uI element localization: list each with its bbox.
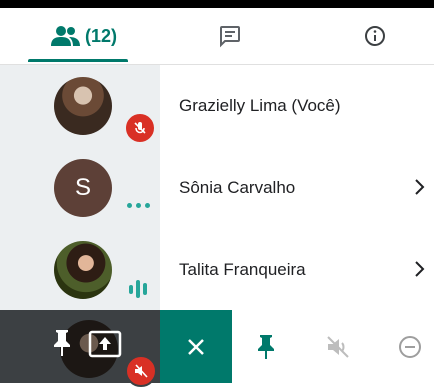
avatar: S [54, 159, 112, 217]
people-icon [50, 26, 80, 46]
more-dots-icon [127, 203, 150, 208]
chevron-right-icon[interactable] [414, 259, 426, 279]
mic-off-icon [124, 112, 156, 144]
participant-row[interactable]: Talita Franqueira [0, 229, 434, 311]
people-count: (12) [84, 25, 117, 46]
participant-row[interactable]: Grazielly Lima (Você) [0, 65, 434, 147]
avatar [54, 241, 112, 299]
tab-people[interactable]: (12) [28, 8, 140, 64]
participant-name: Talita Franqueira [179, 260, 306, 279]
close-icon [188, 338, 204, 355]
pin-icon[interactable] [50, 328, 74, 358]
participant-name: Sônia Carvalho [179, 178, 296, 197]
tab-info[interactable] [340, 8, 410, 64]
info-icon [365, 26, 385, 46]
tab-bar: (12) [0, 8, 434, 65]
chat-icon [220, 26, 240, 48]
chevron-right-icon[interactable] [414, 177, 426, 197]
mic-off-icon [125, 355, 157, 387]
close-button[interactable] [160, 310, 232, 383]
participant-actions-bar [232, 310, 434, 383]
participant-name: Grazielly Lima (Você) [179, 96, 341, 115]
avatar-letter: S [74, 174, 91, 201]
pin-icon [258, 334, 274, 359]
present-screen-icon[interactable] [88, 330, 122, 358]
speaking-indicator-icon [129, 279, 147, 299]
pin-button[interactable] [244, 310, 288, 383]
active-tab-indicator [28, 59, 128, 62]
participant-row[interactable]: S Sônia Carvalho [0, 147, 434, 229]
status-bar [0, 0, 434, 8]
volume-off-icon [327, 335, 349, 358]
avatar [54, 77, 112, 135]
mute-participant-button[interactable] [316, 310, 360, 383]
tab-chat[interactable] [190, 8, 270, 64]
remove-circle-icon [399, 335, 421, 358]
remove-participant-button[interactable] [388, 310, 432, 383]
